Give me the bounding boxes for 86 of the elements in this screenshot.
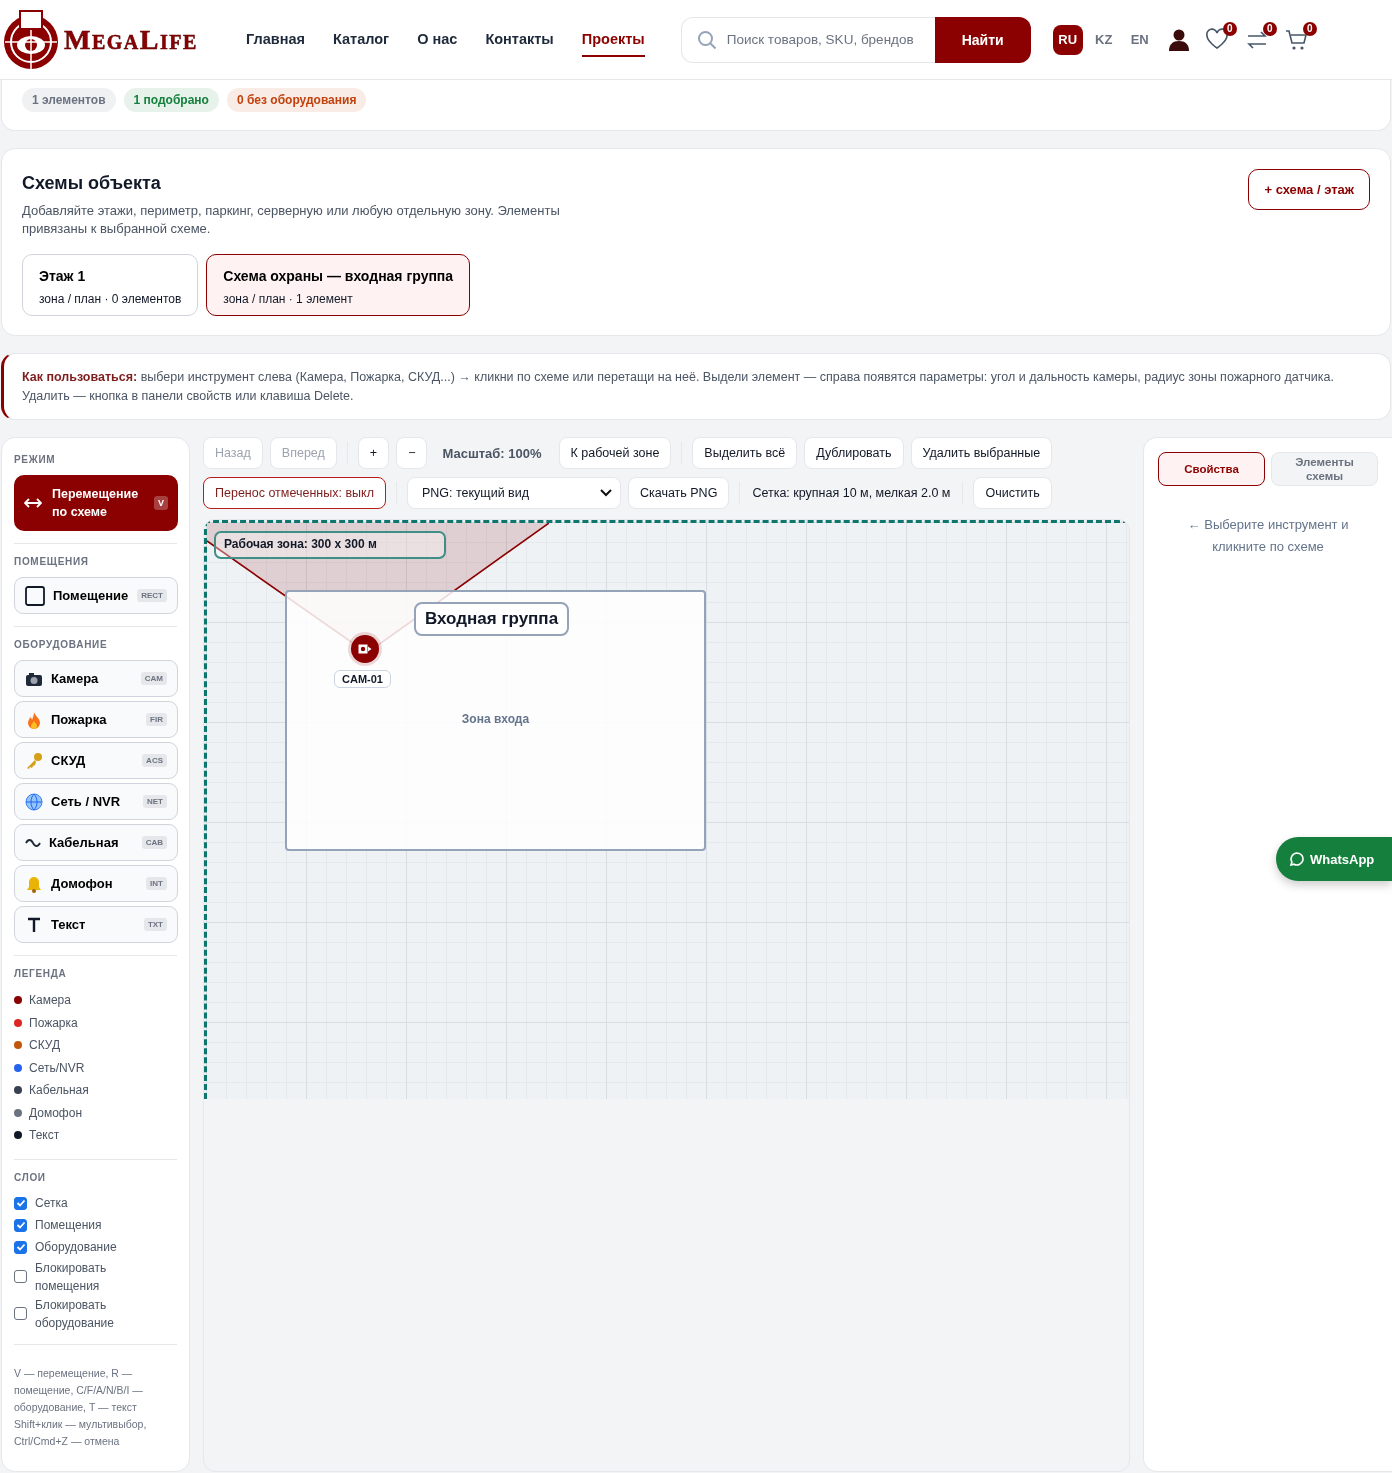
count-badge: 1 элементов <box>22 88 116 112</box>
legend-label: Домофон <box>29 1105 83 1120</box>
tool-button[interactable]: Пожарка FIR <box>14 701 178 738</box>
toolbar-button[interactable]: К рабочей зоне <box>558 437 672 469</box>
search-field[interactable]: Поиск товаров, SKU, брендов <box>680 16 935 63</box>
layer-label: Блокировать помещения <box>35 1259 108 1295</box>
layer-label: Блокировать оборудование <box>35 1296 115 1332</box>
tool-button[interactable]: Помещение RECT <box>14 577 178 614</box>
toolbar-button[interactable]: Выделить всё <box>692 437 798 469</box>
add-scheme-button[interactable]: + схема / этаж <box>1248 169 1370 210</box>
scheme-name: Схема охраны — входная группа <box>223 268 454 284</box>
counter-badge: 0 <box>1302 21 1317 36</box>
shortcut-code: ACS <box>142 754 167 767</box>
help-text: Как пользоваться: выбери инструмент слева (Камера, Пожарка, СКУД...) → кликни по схеме или перетащи на неё. Выдели элемент — справа появятся параметры: угол и дальность камеры, радиус зоны пожарного датчика. Удалить — кнопка в панели свойств или клавиша Delete. <box>22 369 1335 405</box>
language-button[interactable]: KZ <box>1088 24 1119 55</box>
nav-link[interactable]: Проекты <box>581 22 645 57</box>
work-zone-label: Рабочая зона: 300 x 300 м <box>214 531 446 559</box>
nav-link[interactable]: Главная <box>246 22 305 57</box>
counter-badge: 0 <box>1262 21 1277 36</box>
section-heading: РЕЖИМ <box>14 454 57 465</box>
shortcut-code: FIR <box>146 713 167 726</box>
layer-label: Оборудование <box>35 1239 118 1256</box>
count-badge: 1 подобрано <box>123 88 219 112</box>
toolbar-button[interactable]: Дублировать <box>804 437 904 469</box>
legend-label: Камера <box>29 993 71 1008</box>
section-heading: СЛОИ <box>14 1171 47 1183</box>
tool-button[interactable]: Кабельная CAB <box>14 824 178 861</box>
shortcut-code: CAB <box>141 836 167 849</box>
language-button[interactable]: EN <box>1124 24 1155 55</box>
export-select[interactable]: PNG: текущий вид <box>406 477 621 509</box>
scheme-meta: зона / план · 1 элемент <box>223 292 353 306</box>
toolbar-button[interactable]: + <box>357 437 390 469</box>
search-button[interactable]: Найти <box>934 16 1031 63</box>
legend-label: Пожарка <box>29 1015 78 1030</box>
section-description: Добавляйте этажи, периметр, паркинг, серверную или любую отдельную зону. Элементы привязаны к выбранной схеме. <box>22 202 561 238</box>
nav-link[interactable]: О нас <box>417 22 458 57</box>
layer-label: Помещения <box>35 1217 103 1234</box>
scheme-tab[interactable]: Этаж 1 зона / план · 0 элементов <box>22 254 199 316</box>
legend-label: Текст <box>29 1128 60 1143</box>
scheme-name: Этаж 1 <box>39 268 86 284</box>
toolbar-button[interactable]: Удалить выбранные <box>910 437 1053 469</box>
toolbar-button[interactable]: Скачать PNG <box>627 477 730 509</box>
section-heading: ЛЕГЕНДА <box>14 968 68 979</box>
room-title: Входная группа <box>414 602 570 636</box>
shortcut-key: V <box>154 496 168 510</box>
tool-button[interactable]: Сеть / NVR NET <box>14 783 178 820</box>
section-heading: ОБОРУДОВАНИЕ <box>14 639 109 650</box>
tool-button[interactable]: Камера CAM <box>14 660 178 697</box>
layer-label: Сетка <box>35 1195 69 1212</box>
shortcut-hint: Shift+клик — мультивыбор, Ctrl/Cmd+Z — отмена <box>14 1416 148 1449</box>
shortcut-code: CAM <box>140 672 167 685</box>
tool-button[interactable]: СКУД ACS <box>14 742 178 779</box>
shortcut-hint: V — перемещение, R — помещение, C/F/A/N/B/I — оборудование, T — текст <box>14 1365 144 1415</box>
language-button[interactable]: RU <box>1052 24 1083 55</box>
zoom-level: Масштаб: 100% <box>442 445 542 461</box>
panel-tab[interactable]: Элементы схемы <box>1271 452 1378 486</box>
legend-label: Сеть/NVR <box>29 1060 85 1075</box>
toggle-button[interactable]: Перенос отмеченных: выкл <box>203 477 386 509</box>
toolbar-button[interactable]: − <box>396 437 428 469</box>
shortcut-code: TXT <box>143 918 167 931</box>
scheme-tab[interactable]: Схема охраны — входная группа зона / план · 1 элемент <box>206 254 471 316</box>
move-mode-button[interactable]: Перемещение по схеме V <box>14 475 178 531</box>
nav-link[interactable]: Каталог <box>333 22 390 57</box>
toolbar-button[interactable]: Очистить <box>973 477 1052 509</box>
scheme-meta: зона / план · 0 элементов <box>39 292 182 306</box>
empty-state-hint: ← Выберите инструмент и кликните по схеме <box>1186 516 1350 556</box>
room-caption: Зона входа <box>460 712 531 726</box>
section-title: Схемы объекта <box>22 173 162 194</box>
shortcut-code: INT <box>146 877 167 890</box>
legend-label: Кабельная <box>29 1083 89 1098</box>
tool-button[interactable]: Домофон INT <box>14 865 178 902</box>
legend-label: СКУД <box>29 1038 60 1053</box>
whatsapp-button[interactable]: WhatsApp <box>1276 837 1392 881</box>
tool-button[interactable]: Текст TXT <box>14 906 178 943</box>
count-badge: 0 без оборудования <box>226 88 367 112</box>
shortcut-code: RECT <box>137 589 167 602</box>
search-input[interactable]: Поиск товаров, SKU, брендов <box>724 31 921 48</box>
grid-info: Сетка: крупная 10 м, мелкая 2.0 м <box>752 486 951 500</box>
section-heading: ПОМЕЩЕНИЯ <box>14 556 90 567</box>
brand-name: MegaLife <box>64 23 198 56</box>
shortcut-code: NET <box>143 795 167 808</box>
grid-canvas[interactable]: Рабочая зона: 300 x 300 м Входная группа Зона входа CAM-01 <box>204 520 1129 1099</box>
counter-badge: 0 <box>1222 21 1237 36</box>
panel-tab[interactable]: Свойства <box>1158 452 1265 486</box>
device-label: CAM-01 <box>334 670 391 688</box>
nav-link[interactable]: Контакты <box>485 22 554 57</box>
